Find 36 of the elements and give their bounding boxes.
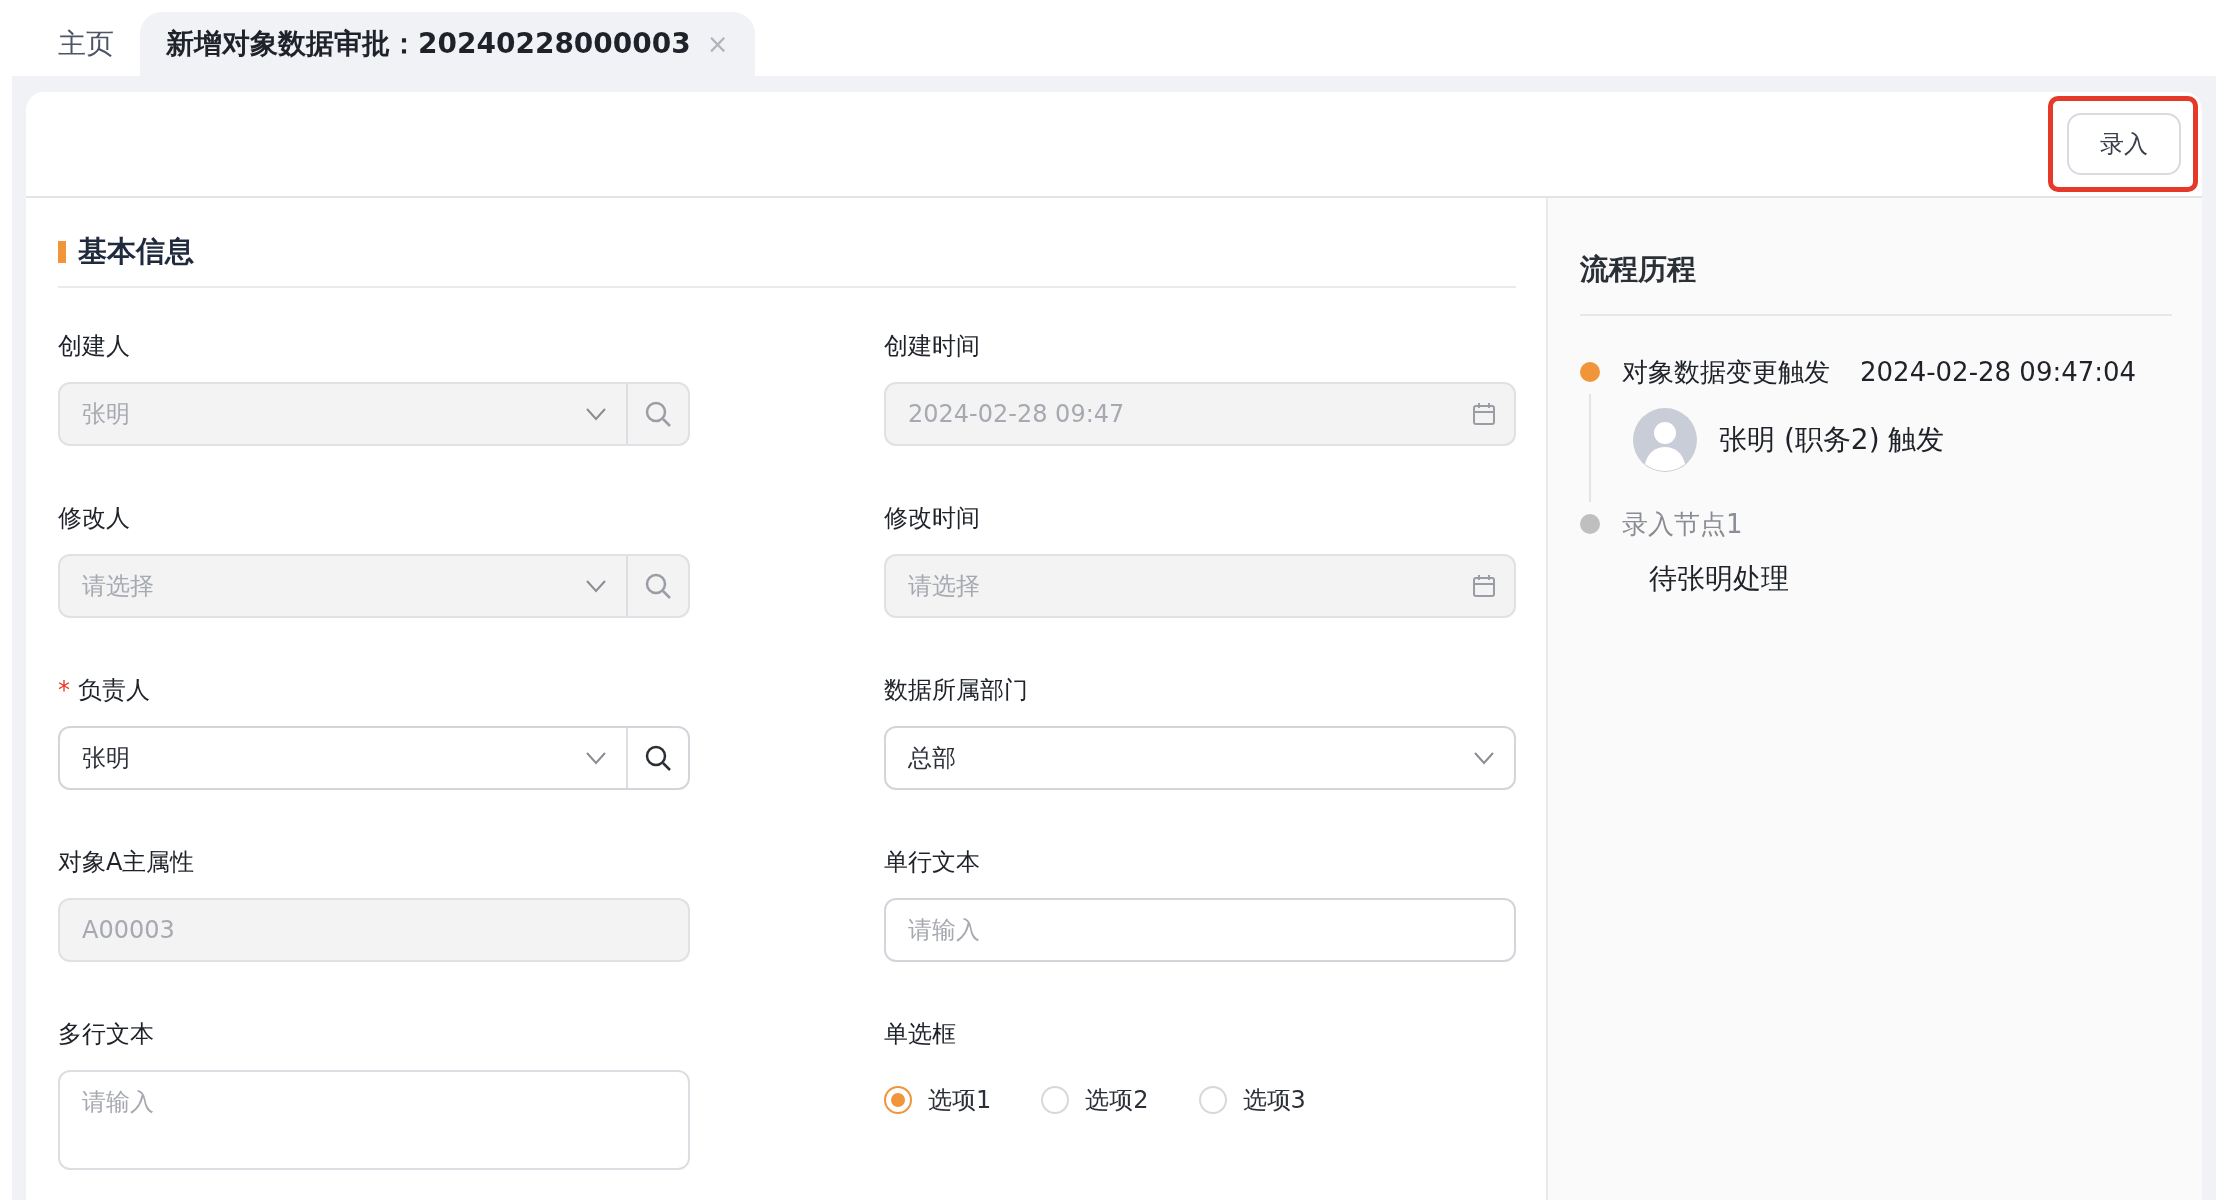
field-label: 对象A主属性 — [58, 847, 195, 878]
step-note: 待张明处理 — [1649, 561, 1789, 597]
required-mark: * — [58, 676, 70, 704]
step-title: 录入节点1 — [1622, 507, 1743, 541]
field-label: 数据所属部门 — [884, 675, 1028, 706]
avatar-icon — [1633, 408, 1697, 472]
radio-option[interactable]: 选项1 — [884, 1084, 992, 1116]
step-time: 2024-02-28 09:47:04 — [1860, 357, 2137, 387]
calendar-icon — [1472, 574, 1496, 598]
step-person: 张明 (职务2) 触发 — [1719, 422, 1945, 458]
chevron-down-icon — [585, 751, 607, 765]
tab[interactable]: 新增对象数据审批：20240228000003 × — [140, 12, 755, 76]
step-title: 对象数据变更触发 — [1622, 355, 1830, 389]
history-title: 流程历程 — [1580, 250, 2172, 316]
chevron-down-icon — [585, 579, 607, 593]
field-label: 创建人 — [58, 331, 130, 362]
chevron-down-icon — [585, 407, 607, 421]
field-label: 创建时间 — [884, 331, 980, 362]
field-label: 多行文本 — [58, 1019, 154, 1050]
field-label: 单选框 — [884, 1019, 956, 1050]
search-icon — [644, 572, 672, 600]
chevron-down-icon — [1473, 751, 1495, 765]
field-label: 单行文本 — [884, 847, 980, 878]
enter-button[interactable]: 录入 — [2067, 113, 2181, 175]
search-icon — [644, 744, 672, 772]
select-field[interactable]: 张明 — [58, 726, 690, 790]
field-label: 修改人 — [58, 503, 130, 534]
select-field[interactable]: 总部 — [884, 726, 1516, 790]
search-icon — [644, 400, 672, 428]
radio-option[interactable]: 选项3 — [1198, 1084, 1306, 1116]
section-title: 基本信息 — [78, 233, 194, 270]
calendar-icon — [1472, 402, 1496, 426]
field-label: 修改时间 — [884, 503, 980, 534]
field-label: 负责人 — [78, 675, 150, 706]
section-marker — [58, 241, 66, 263]
radio-option[interactable]: 选项2 — [1041, 1084, 1149, 1116]
